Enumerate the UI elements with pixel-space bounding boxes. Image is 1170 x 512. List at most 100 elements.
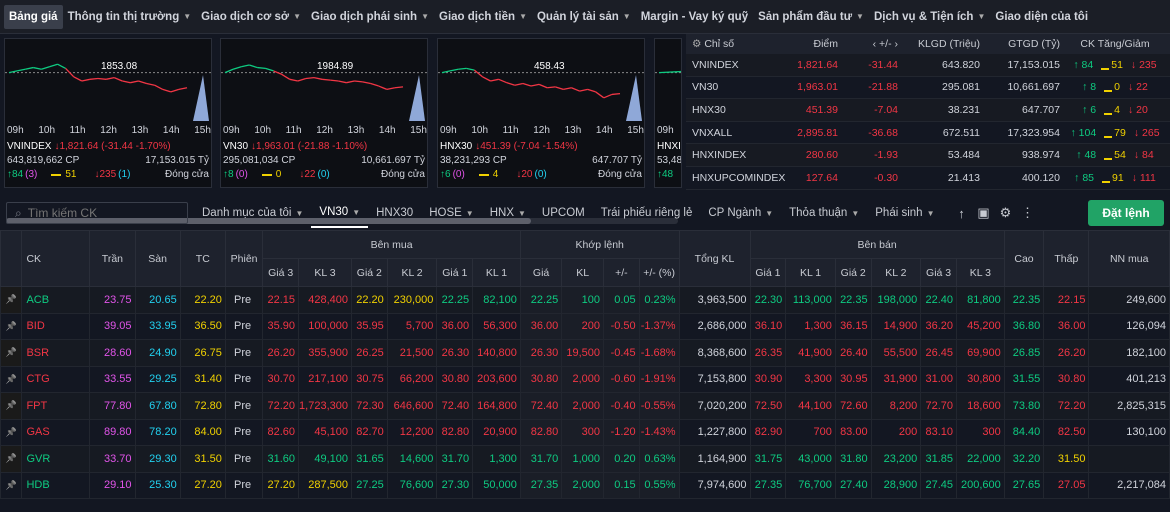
ask-price-s2[interactable]: 72.60: [834, 392, 872, 420]
bid-price-b2[interactable]: 26.25: [350, 339, 388, 367]
board-row[interactable]: 📌 GAS 89.80 78.20 84.00 Pre 82.60 45,100 82.70 12…: [0, 418, 1170, 446]
index-row[interactable]: HNXUPCOMINDEX 127.64 -0.30 21.413 400.120 ↑ 8…: [686, 167, 1170, 190]
bid-price-b3[interactable]: 26.20: [262, 339, 300, 367]
bid-price-b1[interactable]: 30.80: [436, 365, 474, 393]
bid-price-b1[interactable]: 82.80: [436, 418, 474, 446]
ask-price-s2[interactable]: 26.40: [834, 339, 872, 367]
bid-price-b3[interactable]: 30.70: [262, 365, 300, 393]
tab-6[interactable]: Trái phiếu riêng lẻ: [593, 198, 701, 228]
bid-price-b1[interactable]: 72.40: [436, 392, 474, 420]
index-row[interactable]: VNINDEX 1,821.64 -31.44 643.820 17,153.015 ↑ …: [686, 54, 1170, 77]
pin-icon[interactable]: 📌: [0, 365, 23, 393]
symbol[interactable]: HDB: [21, 471, 91, 499]
symbol[interactable]: BID: [21, 312, 91, 340]
bid-price-b3[interactable]: 35.90: [262, 312, 300, 340]
bid-price-b1[interactable]: 31.70: [436, 445, 474, 473]
nav-item-5[interactable]: Quản lý tài sản ▼: [532, 5, 636, 29]
arrow-up-icon[interactable]: ↑: [950, 202, 972, 224]
bid-price-b2[interactable]: 72.30: [350, 392, 388, 420]
nav-item-7[interactable]: Sản phẩm đầu tư ▼: [753, 5, 869, 29]
tab-1[interactable]: VN30 ▼: [311, 198, 369, 228]
board-row[interactable]: 📌 FPT 77.80 67.80 72.80 Pre 72.20 1,723,300 72.3…: [0, 392, 1170, 420]
ask-price-s2[interactable]: 30.95: [834, 365, 872, 393]
ask-price-s3[interactable]: 83.10: [920, 418, 957, 446]
header-ck[interactable]: CK: [21, 230, 91, 287]
tab-3[interactable]: HOSE ▼: [421, 198, 482, 228]
board-row[interactable]: 📌 CTG 33.55 29.25 31.40 Pre 30.70 217,100 30.75 6…: [0, 365, 1170, 393]
search-box[interactable]: ⌕: [6, 202, 188, 224]
nav-item-2[interactable]: Giao dịch cơ sở ▼: [196, 5, 306, 29]
symbol[interactable]: CTG: [21, 365, 91, 393]
bid-price-b3[interactable]: 31.60: [262, 445, 300, 473]
ask-price-s3[interactable]: 36.20: [920, 312, 957, 340]
mini-chart-vnindex[interactable]: 1853.08 09h 10h 11h 12h 13h 14h 15h VNINDEX ↓1,82…: [4, 38, 212, 188]
index-row[interactable]: HNX30 451.39 -7.04 38.231 647.707 ↑ 6 4 ↓ 20: [686, 99, 1170, 122]
ask-price-s1[interactable]: 26.35: [749, 339, 787, 367]
ask-price-s1[interactable]: 72.50: [749, 392, 787, 420]
symbol[interactable]: FPT: [21, 392, 91, 420]
mini-chart-hnxindex[interactable]: 09h HNXINDEX 53,48 ↑48: [654, 38, 682, 188]
pin-icon[interactable]: 📌: [0, 392, 23, 420]
tab-5[interactable]: UPCOM: [534, 198, 593, 228]
bid-price-b2[interactable]: 22.20: [350, 286, 388, 314]
bid-price-b1[interactable]: 36.00: [436, 312, 474, 340]
bid-price-b3[interactable]: 22.15: [262, 286, 300, 314]
index-row[interactable]: VN30 1,963.01 -21.88 295.081 10,661.697 ↑ 8 0 ↓…: [686, 77, 1170, 100]
bid-price-b1[interactable]: 22.25: [436, 286, 474, 314]
board-row[interactable]: 📌 GVR 33.70 29.30 31.50 Pre 31.60 49,100 31.65 14…: [0, 445, 1170, 473]
pin-icon[interactable]: 📌: [0, 339, 23, 367]
header-change[interactable]: ‹ +/- ›: [842, 38, 902, 50]
nav-item-4[interactable]: Giao dịch tiền ▼: [434, 5, 532, 29]
bid-price-b2[interactable]: 35.95: [350, 312, 388, 340]
index-row[interactable]: HNXINDEX 280.60 -1.93 53.484 938.974 ↑ 48 54 ↓ …: [686, 144, 1170, 167]
excel-icon[interactable]: ▣: [972, 202, 994, 224]
ask-price-s1[interactable]: 31.75: [749, 445, 787, 473]
board-row[interactable]: 📌 BSR 28.60 24.90 26.75 Pre 26.20 355,900 26.25 2…: [0, 339, 1170, 367]
symbol[interactable]: GAS: [21, 418, 91, 446]
ask-price-s1[interactable]: 27.35: [749, 471, 787, 499]
bid-price-b2[interactable]: 82.70: [350, 418, 388, 446]
bid-price-b2[interactable]: 31.65: [350, 445, 388, 473]
place-order-button[interactable]: Đặt lệnh: [1088, 200, 1164, 226]
tab-9[interactable]: Phái sinh ▼: [867, 198, 942, 228]
ask-price-s3[interactable]: 31.85: [920, 445, 957, 473]
gear-icon[interactable]: ⚙: [994, 202, 1016, 224]
pin-icon[interactable]: 📌: [0, 312, 23, 340]
symbol[interactable]: GVR: [21, 445, 91, 473]
ask-price-s3[interactable]: 27.45: [920, 471, 957, 499]
nav-item-0[interactable]: Bảng giá: [4, 4, 63, 29]
tab-0[interactable]: Danh mục của tôi ▼: [194, 198, 311, 228]
settings-icon[interactable]: ⚙: [692, 38, 701, 50]
bid-price-b1[interactable]: 26.30: [436, 339, 474, 367]
ask-price-s2[interactable]: 83.00: [834, 418, 872, 446]
board-row[interactable]: 📌 BID 39.05 33.95 36.50 Pre 35.90 100,000 35.95 5…: [0, 312, 1170, 340]
ask-price-s1[interactable]: 30.90: [749, 365, 787, 393]
pin-icon[interactable]: 📌: [0, 286, 23, 314]
symbol[interactable]: BSR: [21, 339, 91, 367]
pin-icon[interactable]: 📌: [0, 418, 23, 446]
bid-price-b3[interactable]: 72.20: [262, 392, 300, 420]
index-row[interactable]: VNXALL 2,895.81 -36.68 672.511 17,323.954 ↑ 1…: [686, 122, 1170, 145]
pin-icon[interactable]: 📌: [0, 445, 23, 473]
pin-icon[interactable]: 📌: [0, 471, 23, 499]
ask-price-s1[interactable]: 36.10: [749, 312, 787, 340]
ask-price-s3[interactable]: 26.45: [920, 339, 957, 367]
tab-4[interactable]: HNX ▼: [482, 198, 534, 228]
tab-7[interactable]: CP Ngành ▼: [700, 198, 781, 228]
ask-price-s2[interactable]: 31.80: [834, 445, 872, 473]
mini-chart-hnx30[interactable]: 458.43 09h 10h 11h 12h 13h 14h 15h HNX30 ↓451.39 …: [437, 38, 645, 188]
ask-price-s2[interactable]: 27.40: [834, 471, 872, 499]
mini-chart-vn30[interactable]: 1984.89 09h 10h 11h 12h 13h 14h 15h VN30 ↓1,963.0…: [220, 38, 428, 188]
ask-price-s1[interactable]: 82.90: [749, 418, 787, 446]
nav-item-9[interactable]: Giao diện của tôi: [990, 5, 1093, 29]
bid-price-b3[interactable]: 82.60: [262, 418, 300, 446]
bid-price-b3[interactable]: 27.20: [262, 471, 300, 499]
board-row[interactable]: 📌 ACB 23.75 20.65 22.20 Pre 22.15 428,400 22.20 2…: [0, 286, 1170, 314]
tab-2[interactable]: HNX30: [368, 198, 421, 228]
bid-price-b1[interactable]: 27.30: [436, 471, 474, 499]
ask-price-s2[interactable]: 22.35: [834, 286, 872, 314]
symbol[interactable]: ACB: [21, 286, 91, 314]
ask-price-s3[interactable]: 31.00: [920, 365, 957, 393]
nav-item-3[interactable]: Giao dịch phái sinh ▼: [306, 5, 434, 29]
ask-price-s2[interactable]: 36.15: [834, 312, 872, 340]
